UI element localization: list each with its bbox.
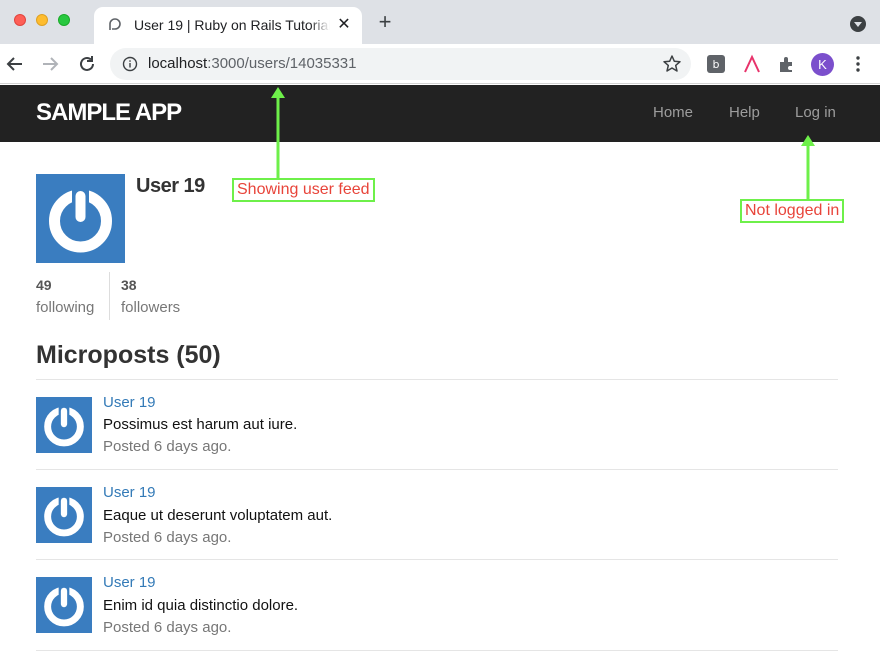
micropost-content: Eaque ut deserunt voluptatem aut.	[103, 507, 333, 524]
puzzle-icon[interactable]	[777, 54, 797, 74]
app-navbar: SAMPLE APP Home Help Log in	[0, 85, 880, 142]
back-arrow-icon[interactable]	[3, 52, 27, 76]
close-window-button[interactable]	[14, 14, 26, 26]
following-label[interactable]: following	[36, 299, 94, 316]
browser-tab[interactable]: User 19 | Ruby on Rails Tutorial Sample …	[94, 7, 362, 44]
micropost-user-link[interactable]: User 19	[103, 394, 156, 411]
micropost-gravatar[interactable]	[36, 397, 92, 453]
gravatar-power-icon	[44, 584, 84, 627]
tab-search-icon[interactable]	[850, 16, 866, 32]
feed-annotation-arrow	[271, 87, 285, 180]
gravatar-power-icon	[49, 186, 112, 253]
micropost-timestamp: Posted 6 days ago.	[103, 529, 232, 546]
divider	[36, 559, 838, 560]
divider	[36, 469, 838, 470]
tab-title: User 19 | Ruby on Rails Tutorial Sample …	[134, 17, 330, 33]
micropost-content: Possimus est harum aut iure.	[103, 416, 298, 433]
divider	[36, 650, 838, 651]
star-icon[interactable]	[662, 54, 682, 74]
nav-login-link[interactable]: Log in	[795, 104, 836, 121]
url-text[interactable]: localhost:3000/users/14035331	[148, 55, 357, 72]
browser-toolbar: localhost:3000/users/14035331 b K	[0, 44, 880, 84]
address-bar[interactable]: localhost:3000/users/14035331	[110, 48, 691, 80]
minimize-window-button[interactable]	[36, 14, 48, 26]
micropost-user-link[interactable]: User 19	[103, 484, 156, 501]
login-annotation: Not logged in	[740, 199, 845, 223]
profile-avatar[interactable]: K	[811, 53, 834, 76]
feed-annotation: Showing user feed	[232, 178, 375, 202]
tab-close-icon[interactable]: ✕	[334, 15, 354, 35]
micropost-content: Enim id quia distinctio dolore.	[103, 597, 299, 614]
gravatar-power-icon	[44, 494, 84, 537]
extension-icon[interactable]: b	[706, 54, 726, 74]
url-host: localhost	[148, 55, 208, 72]
profile-name: User 19	[136, 175, 205, 197]
favicon-icon	[109, 18, 121, 30]
micropost-timestamp: Posted 6 days ago.	[103, 438, 232, 455]
browser-tab-bar: User 19 | Ruby on Rails Tutorial Sample …	[0, 0, 880, 44]
following-count[interactable]: 49	[36, 277, 52, 293]
microposts-heading: Microposts (50)	[36, 341, 221, 369]
kebab-menu-icon[interactable]	[852, 54, 864, 74]
micropost-timestamp: Posted 6 days ago.	[103, 619, 232, 636]
followers-label[interactable]: followers	[121, 299, 180, 316]
gravatar-power-icon	[44, 404, 84, 447]
micropost-user-link[interactable]: User 19	[103, 574, 156, 591]
extension-lambda-icon[interactable]	[742, 54, 762, 74]
reload-icon[interactable]	[75, 52, 99, 76]
divider	[36, 379, 838, 380]
stats-divider	[109, 272, 110, 320]
forward-arrow-icon[interactable]	[38, 52, 62, 76]
followers-count[interactable]: 38	[121, 277, 137, 293]
micropost-gravatar[interactable]	[36, 577, 92, 633]
new-tab-button[interactable]: +	[374, 11, 396, 33]
micropost-gravatar[interactable]	[36, 487, 92, 543]
svg-text:b: b	[713, 58, 720, 71]
nav-home-link[interactable]: Home	[653, 104, 693, 121]
zoom-window-button[interactable]	[58, 14, 70, 26]
url-path: :3000/users/14035331	[207, 55, 357, 72]
login-annotation-arrow	[801, 135, 815, 200]
info-icon[interactable]	[122, 56, 138, 72]
app-logo[interactable]: SAMPLE APP	[36, 99, 182, 127]
profile-gravatar	[36, 174, 125, 263]
nav-help-link[interactable]: Help	[729, 104, 760, 121]
